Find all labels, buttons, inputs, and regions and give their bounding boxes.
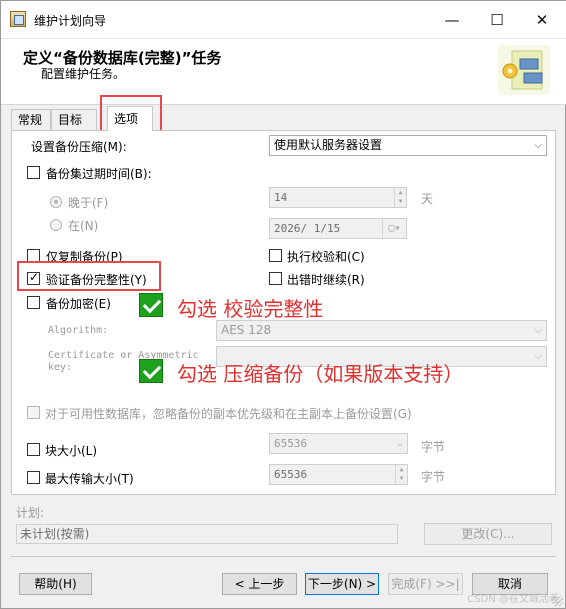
copy-only-label: 仅复制备份(P) [46, 250, 123, 264]
wizard-window: 维护计划向导 — ☐ ✕ 定义“备份数据库(完整)”任务 配置维护任务。 常规 … [0, 0, 566, 609]
block-size-unit: 字节 [421, 440, 446, 454]
minimize-button[interactable]: — [429, 1, 475, 39]
after-unit: 天 [421, 192, 434, 206]
after-days-input[interactable]: 14 ▲ ▼ [269, 187, 407, 208]
wizard-graphic-icon [498, 45, 550, 95]
spinner-icon[interactable]: ▲ ▼ [395, 465, 407, 484]
expire-label: 备份集过期时间(B): [46, 167, 152, 181]
encrypt-label: 备份加密(E) [46, 297, 111, 311]
change-schedule-button[interactable]: 更改(C)... [424, 523, 552, 545]
availability-checkbox[interactable] [27, 406, 40, 419]
verify-checkbox[interactable] [27, 270, 40, 285]
algorithm-select[interactable]: AES 128 ⌵ [216, 320, 547, 341]
after-radio[interactable] [50, 196, 62, 208]
finish-button[interactable]: 完成(F) >>| [388, 573, 463, 595]
annotation-verify: 勾选 校验完整性 [177, 297, 324, 321]
green-check-icon [139, 293, 163, 317]
continue-on-error-label: 出错时继续(R) [287, 273, 365, 287]
max-transfer-value: 65536 [274, 468, 308, 481]
tab-destination[interactable]: 目标 [51, 109, 97, 130]
annotation-compress: 勾选 压缩备份（如果版本支持） [177, 362, 464, 386]
max-transfer-label: 最大传输大小(T) [45, 472, 134, 486]
algorithm-value: AES 128 [221, 323, 272, 337]
on-date-input[interactable]: 2026/ 1/15 ▢▾ [269, 218, 407, 239]
spinner-icon[interactable]: ▲ ▼ [394, 188, 406, 207]
on-label: 在(N) [68, 219, 99, 233]
copy-only-checkbox[interactable] [27, 249, 40, 262]
app-icon [10, 11, 26, 27]
block-size-value: 65536 [274, 437, 308, 450]
next-button[interactable]: 下一步(N) > [305, 573, 379, 595]
on-date-value: 2026/ 1/15 [274, 222, 341, 235]
max-transfer-checkbox[interactable] [27, 471, 40, 484]
chevron-down-icon: ⌵ [534, 351, 542, 362]
algorithm-label: Algorithm: [48, 325, 109, 336]
block-size-select[interactable]: 65536 ⌵ [269, 433, 408, 454]
compression-label: 设置备份压缩(M): [31, 140, 127, 154]
encrypt-checkbox[interactable] [27, 296, 40, 309]
tab-general[interactable]: 常规 [11, 109, 51, 130]
help-button[interactable]: 帮助(H) [19, 573, 92, 595]
availability-label: 对于可用性数据库，忽略备份的副本优先级和在主副本上备份设置(G) [45, 407, 412, 421]
chevron-down-icon: ⌵ [396, 438, 403, 449]
block-size-label: 块大小(L) [45, 444, 98, 458]
chevron-down-icon: ⌵ [534, 325, 542, 336]
after-label: 晚于(F) [68, 196, 109, 210]
maximize-button[interactable]: ☐ [474, 1, 520, 39]
max-transfer-input[interactable]: 65536 ▲ ▼ [269, 464, 408, 485]
chevron-down-icon: ⌵ [534, 140, 542, 151]
calendar-dropdown-icon[interactable]: ▢▾ [382, 219, 406, 238]
title-bar: 维护计划向导 — ☐ ✕ [1, 1, 566, 39]
resize-grip-icon[interactable] [553, 596, 563, 606]
green-check-icon [139, 359, 163, 383]
on-radio[interactable] [50, 219, 62, 231]
checksum-label: 执行校验和(C) [287, 250, 365, 264]
close-button[interactable]: ✕ [519, 1, 565, 39]
after-days-value: 14 [274, 191, 288, 204]
footer-divider [11, 556, 556, 557]
schedule-field: 未计划(按需) [16, 524, 398, 544]
schedule-label: 计划: [16, 506, 45, 520]
checksum-checkbox[interactable] [269, 249, 282, 262]
compression-value: 使用默认服务器设置 [274, 138, 383, 152]
compression-select[interactable]: 使用默认服务器设置 ⌵ [269, 135, 547, 156]
watermark: CSDN @在文城活着 [467, 594, 559, 605]
back-button[interactable]: < 上一步 [222, 573, 297, 595]
tab-options[interactable]: 选项 [107, 106, 153, 131]
block-size-checkbox[interactable] [27, 443, 40, 456]
expire-checkbox[interactable] [27, 166, 40, 179]
wizard-header: 定义“备份数据库(完整)”任务 配置维护任务。 [1, 39, 566, 105]
window-title: 维护计划向导 [34, 14, 107, 28]
max-transfer-unit: 字节 [421, 470, 446, 484]
cert-label-line1: Certificate or Asymmetric [48, 350, 199, 361]
cert-label-line2: key: [48, 362, 73, 373]
page-subtitle: 配置维护任务。 [41, 67, 126, 81]
continue-on-error-checkbox[interactable] [269, 272, 282, 285]
verify-label: 验证备份完整性(Y) [46, 273, 147, 287]
